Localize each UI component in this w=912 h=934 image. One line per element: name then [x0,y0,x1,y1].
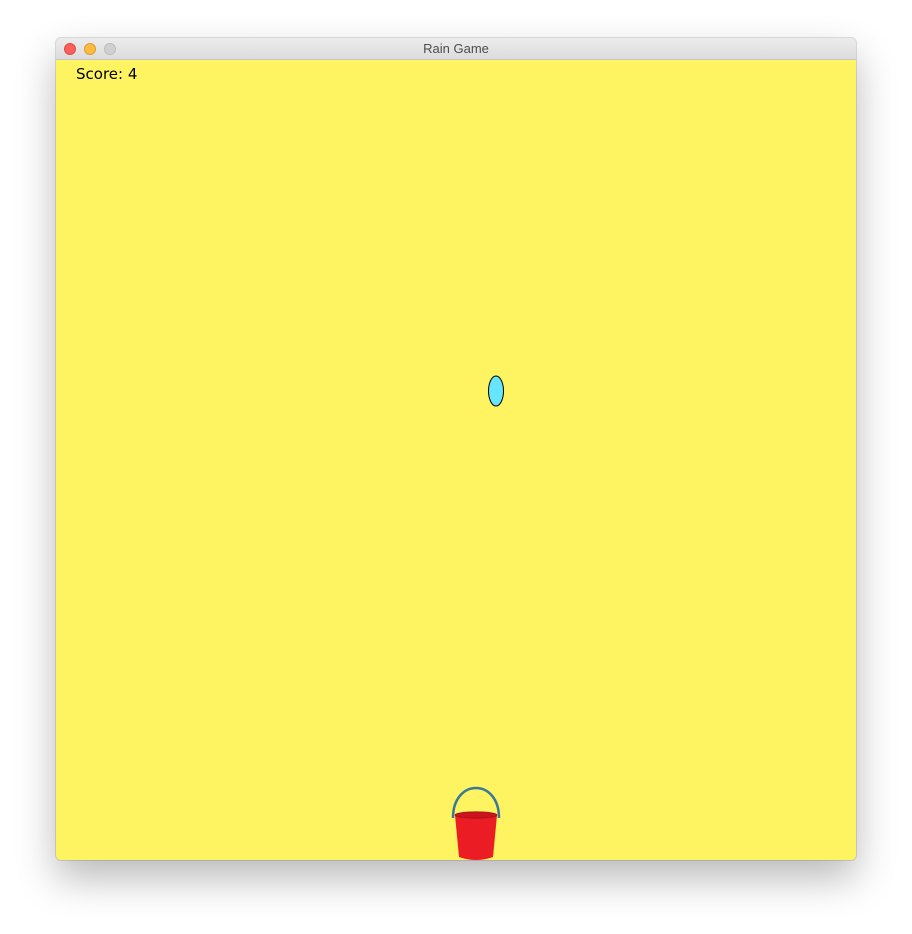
raindrop-icon [488,375,504,407]
bucket-body [455,815,497,860]
game-canvas[interactable]: Score: 4 [56,60,856,860]
game-window: Rain Game Score: 4 [56,38,856,860]
bucket-icon[interactable] [450,785,502,860]
title-bar[interactable]: Rain Game [56,38,856,60]
window-title: Rain Game [423,41,489,56]
score-label: Score: 4 [76,65,138,83]
bucket-rim [454,811,498,819]
raindrop-shape [488,375,504,407]
